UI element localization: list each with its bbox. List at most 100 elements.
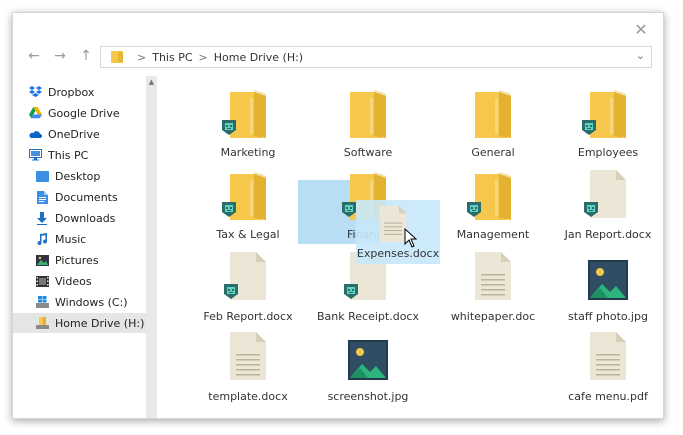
file-label: staff photo.jpg	[568, 310, 648, 323]
breadcrumb-separator: >	[198, 50, 208, 64]
sidebar-item-downloads[interactable]: Downloads	[13, 208, 146, 228]
dropbox-icon	[28, 85, 42, 99]
onedrive-icon	[28, 127, 42, 141]
sync-badge-icon	[222, 120, 236, 138]
sidebar-item-pictures[interactable]: Pictures	[13, 250, 146, 270]
sidebar-item-videos[interactable]: Videos	[13, 271, 146, 291]
file-cafe-menu-pdf[interactable]: cafe menu.pdf	[553, 330, 663, 406]
drag-preview: Expenses.docx	[356, 200, 440, 264]
file-label: Bank Receipt.docx	[317, 310, 419, 323]
close-icon: ✕	[634, 19, 648, 39]
pictures-icon	[35, 253, 49, 267]
navigation-bar: ← → ↑ > This PC > Home Drive (H:) ⌄	[13, 43, 663, 71]
file-feb-report-docx[interactable]: Feb Report.docx	[193, 250, 303, 326]
videos-icon	[35, 274, 49, 288]
up-arrow-icon: ↑	[80, 48, 92, 64]
music-icon	[35, 232, 49, 246]
breadcrumb-separator: >	[137, 50, 147, 64]
mouse-cursor-icon	[404, 227, 418, 251]
sidebar-item-google-drive[interactable]: Google Drive	[13, 103, 146, 123]
sidebar-item-this-pc[interactable]: This PC	[13, 145, 146, 165]
file-label: Management	[456, 228, 530, 241]
file-screenshot-jpg[interactable]: screenshot.jpg	[313, 330, 423, 406]
image-file-icon	[588, 260, 628, 303]
folder-management[interactable]: Management	[438, 168, 548, 244]
windows-drive-icon	[35, 295, 49, 309]
file-label: Feb Report.docx	[203, 310, 293, 323]
folder-icon	[222, 88, 270, 141]
file-jan-report-docx[interactable]: Jan Report.docx	[553, 168, 663, 244]
back-arrow-icon: ←	[28, 48, 40, 64]
file-label: Tax & Legal	[216, 228, 280, 241]
sidebar-scrollbar[interactable]: ▲	[146, 76, 157, 418]
sidebar-item-music[interactable]: Music	[13, 229, 146, 249]
folder-general[interactable]: General	[438, 86, 548, 162]
sidebar-item-label: OneDrive	[48, 127, 100, 141]
sidebar-item-label: Music	[55, 232, 87, 246]
close-button[interactable]: ✕	[631, 19, 651, 39]
sidebar-item-label: This PC	[48, 148, 89, 162]
sidebar: Dropbox Google Drive OneDrive This PC Deskto…	[13, 76, 146, 418]
forward-arrow-icon: →	[54, 48, 66, 64]
folder-marketing[interactable]: Marketing	[193, 86, 303, 162]
sidebar-item-label: Documents	[55, 190, 118, 204]
folder-icon	[467, 170, 515, 223]
sidebar-item-documents[interactable]: Documents	[13, 187, 146, 207]
address-bar[interactable]: > This PC > Home Drive (H:) ⌄	[100, 46, 652, 68]
sidebar-item-dropbox[interactable]: Dropbox	[13, 82, 146, 102]
folder-employees[interactable]: Employees	[553, 86, 663, 162]
file-label: template.docx	[208, 390, 288, 403]
chevron-down-icon[interactable]: ⌄	[636, 49, 645, 62]
file-label: Software	[343, 146, 393, 159]
document-icon	[228, 332, 268, 383]
file-staff-photo-jpg[interactable]: staff photo.jpg	[553, 250, 663, 326]
folder-icon	[582, 88, 630, 141]
sidebar-item-label: Pictures	[55, 253, 99, 267]
folder-icon	[346, 88, 390, 141]
breadcrumb-this-pc[interactable]: This PC	[152, 51, 192, 64]
sidebar-item-label: Desktop	[55, 169, 101, 183]
image-file-icon	[348, 340, 388, 383]
document-icon	[473, 252, 513, 303]
scroll-up-icon[interactable]: ▲	[146, 76, 157, 87]
file-label: Jan Report.docx	[564, 228, 652, 241]
explorer-window: ✕ ← → ↑ > This PC > Home Drive (H:) ⌄ Dr…	[12, 12, 664, 419]
file-label: whitepaper.doc	[450, 310, 536, 323]
back-button[interactable]: ←	[25, 47, 43, 65]
google-drive-icon	[28, 106, 42, 120]
sidebar-item-home-drive-h[interactable]: Home Drive (H:)	[13, 313, 146, 333]
sync-badge-icon	[582, 120, 596, 138]
document-icon	[584, 170, 628, 221]
file-template-docx[interactable]: template.docx	[193, 330, 303, 406]
sidebar-item-desktop[interactable]: Desktop	[13, 166, 146, 186]
sync-badge-icon	[467, 202, 481, 220]
home-drive-icon	[35, 316, 49, 330]
file-whitepaper-doc[interactable]: whitepaper.doc	[438, 250, 548, 326]
file-label: Employees	[577, 146, 639, 159]
sidebar-item-label: Home Drive (H:)	[55, 316, 145, 330]
breadcrumb-home-drive[interactable]: Home Drive (H:)	[214, 51, 303, 64]
documents-icon	[35, 190, 49, 204]
sync-badge-icon	[222, 202, 236, 220]
document-icon	[588, 332, 628, 383]
folder-icon	[222, 170, 270, 223]
folder-software[interactable]: Software	[313, 86, 423, 162]
folder-icon	[471, 88, 515, 141]
sync-badge-icon	[342, 202, 356, 220]
folder-tax-legal[interactable]: Tax & Legal	[193, 168, 303, 244]
sync-badge-icon	[224, 284, 238, 302]
file-label: cafe menu.pdf	[568, 390, 648, 403]
monitor-icon	[28, 148, 42, 162]
up-button[interactable]: ↑	[77, 47, 95, 65]
file-label: screenshot.jpg	[327, 390, 409, 403]
sidebar-item-onedrive[interactable]: OneDrive	[13, 124, 146, 144]
sidebar-item-windows-c[interactable]: Windows (C:)	[13, 292, 146, 312]
sync-badge-icon	[344, 284, 358, 302]
file-grid: Marketing Software General Employees Tax & L…	[158, 76, 663, 418]
sidebar-item-label: Windows (C:)	[55, 295, 128, 309]
sidebar-item-label: Dropbox	[48, 85, 95, 99]
desktop-folder-icon	[35, 169, 49, 183]
forward-button[interactable]: →	[51, 47, 69, 65]
file-label: Marketing	[220, 146, 276, 159]
sync-badge-icon	[584, 202, 598, 220]
